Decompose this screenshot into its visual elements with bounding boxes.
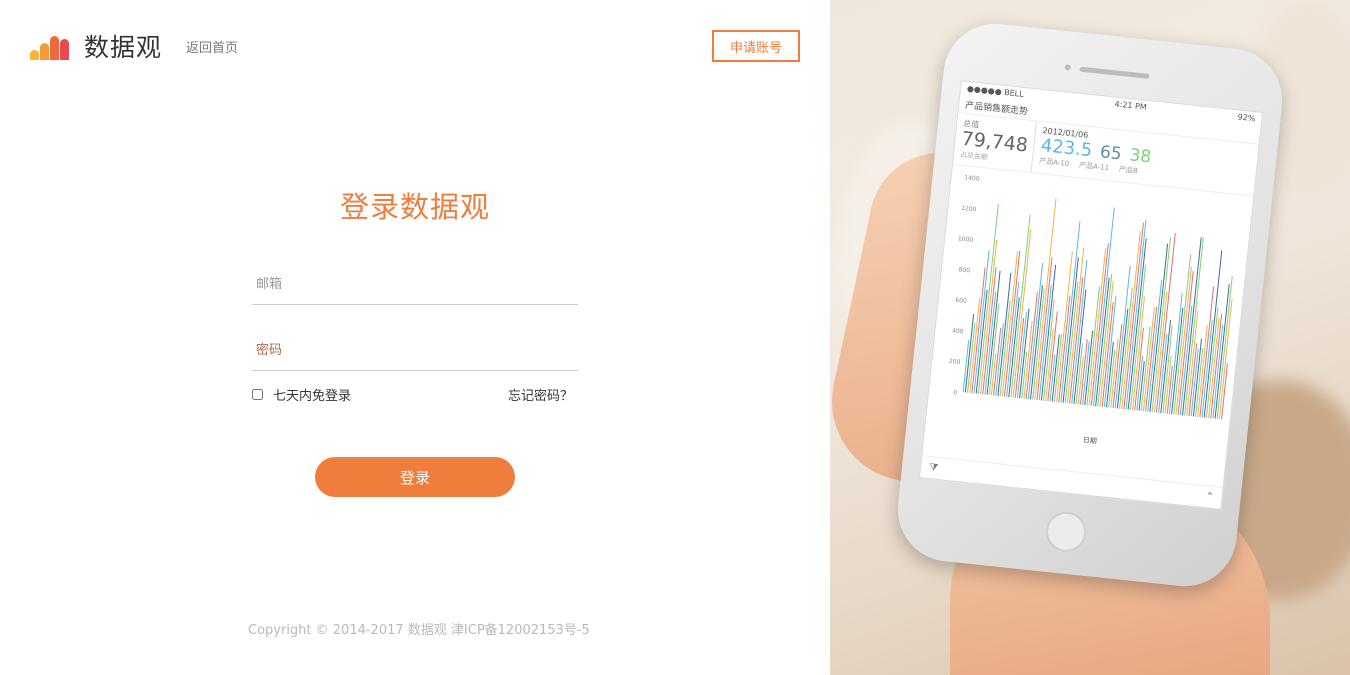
y-tick-label: 1200	[961, 205, 977, 214]
brand-name: 数据观	[84, 33, 163, 62]
chart-bar	[1101, 301, 1114, 407]
login-title: 登录数据观	[339, 190, 490, 224]
phone-chart-svg: 1400 1200 1000 800 600 400 200 0 日期	[949, 174, 1233, 445]
y-tick-label: 200	[949, 358, 961, 366]
chart-bar	[1092, 207, 1115, 406]
chart-bar	[1034, 198, 1057, 400]
chart-bar	[1043, 299, 1055, 401]
chart-bar	[1008, 297, 1020, 398]
chart-bar	[990, 353, 997, 396]
y-tick-label: 0	[953, 389, 958, 396]
chart-bar	[1090, 243, 1109, 406]
chart-bar	[1173, 254, 1192, 415]
chart-bar	[975, 289, 988, 394]
phone-mockup: ●●●●● BELL 4:21 PM 92% 产品销售额走势 总值 79,748…	[892, 18, 1288, 592]
filter-icon[interactable]: ⧩	[929, 462, 939, 474]
chart-bar	[1088, 248, 1107, 406]
chart-bar	[1208, 317, 1220, 419]
chart-bar	[1210, 314, 1223, 419]
kpi-value-label: 产品A-10	[1038, 156, 1070, 169]
y-tick-label: 800	[958, 266, 970, 274]
chart-bar	[1201, 319, 1213, 418]
kpi-total: 总值 79,748 占总金额	[953, 113, 1036, 172]
chevron-up-icon[interactable]: ⌃	[1205, 491, 1214, 503]
kpi-value: 38	[1128, 145, 1153, 168]
chart-bar	[1142, 307, 1155, 412]
y-tick-label: 1000	[958, 235, 974, 244]
chart-bar	[1116, 308, 1129, 409]
chart-bar	[1014, 317, 1025, 398]
password-field-container	[252, 331, 578, 371]
chart-bar	[1084, 330, 1094, 406]
chart-bar	[1214, 284, 1230, 419]
chart-bar	[1216, 275, 1233, 419]
y-tick-label: 600	[955, 297, 967, 305]
chart-bar	[1114, 265, 1131, 409]
chart-bar	[1134, 327, 1144, 411]
chart-bar	[1186, 310, 1199, 416]
login-button[interactable]: 登录	[315, 457, 515, 497]
chart-bar	[1145, 306, 1158, 412]
email-input[interactable]	[252, 265, 578, 304]
y-tick-label: 1400	[964, 174, 980, 183]
logo-bars-icon	[30, 32, 78, 60]
x-axis-label: 日期	[1082, 436, 1097, 445]
chart-bar	[964, 314, 975, 393]
kpi-value-label: 产品B	[1118, 165, 1139, 176]
phone-screen: ●●●●● BELL 4:21 PM 92% 产品销售额走势 总值 79,748…	[918, 80, 1264, 510]
copyright-text: Copyright © 2014-2017 数据观 津ICP备12002153号…	[248, 623, 590, 638]
kpi-value-label: 产品A-11	[1078, 161, 1110, 173]
email-field-container	[252, 265, 578, 305]
kpi-value: 65	[1098, 142, 1123, 165]
remember-checkbox[interactable]	[252, 389, 263, 400]
chart-bar	[1027, 262, 1044, 400]
remember-label: 七天内免登录	[273, 389, 352, 404]
phone-chart: 1400 1200 1000 800 600 400 200 0 日期	[925, 165, 1254, 465]
battery: 92%	[1237, 112, 1256, 124]
chart-bar	[1192, 338, 1203, 417]
brand-logo[interactable]: 数据观	[30, 28, 162, 64]
chart-bar	[1023, 320, 1033, 399]
chart-bar	[984, 291, 997, 395]
clock: 4:21 PM	[1114, 99, 1148, 112]
apply-account-button[interactable]: 申请账号	[712, 30, 800, 62]
forgot-password-link[interactable]: 忘记密码？	[508, 385, 573, 404]
remember-me[interactable]: 七天内免登录	[252, 385, 351, 404]
chart-bar	[1158, 334, 1168, 413]
chart-bar	[1040, 264, 1057, 401]
login-panel: 数据观 返回首页 申请账号 登录数据观 七天内免登录 忘记密码？ 登录 Copy…	[0, 0, 830, 675]
y-tick-label: 400	[952, 327, 964, 335]
back-home-link[interactable]: 返回首页	[186, 37, 238, 56]
password-input[interactable]	[252, 331, 578, 370]
